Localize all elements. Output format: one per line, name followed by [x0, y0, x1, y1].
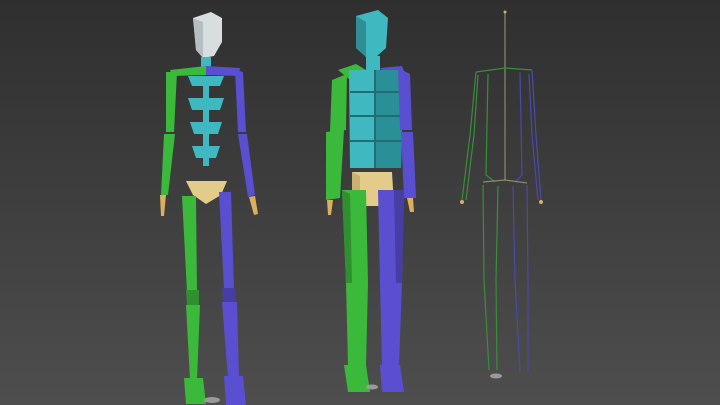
skeleton-knee-left: [222, 288, 236, 302]
scene-canvas[interactable]: [0, 0, 720, 405]
mannequin-upper-arm-right[interactable]: [330, 74, 347, 132]
mannequin-neck[interactable]: [366, 56, 380, 70]
skeleton-spine-1[interactable]: [188, 76, 224, 86]
skeleton-foot-left[interactable]: [224, 376, 246, 405]
rig-head-tip[interactable]: [503, 10, 507, 14]
rig-hand-right-tip[interactable]: [460, 200, 464, 204]
mannequin-upper-arm-left[interactable]: [398, 68, 412, 130]
mannequin-foot-left[interactable]: [380, 365, 404, 392]
3d-viewport[interactable]: [0, 0, 720, 405]
mannequin-ground-marker: [366, 384, 378, 390]
skeleton-ground-marker: [204, 397, 220, 403]
skeleton-foot-right[interactable]: [184, 378, 206, 404]
skeleton-spine-link: [203, 86, 209, 166]
mannequin-foot-right[interactable]: [344, 365, 370, 392]
mannequin-shin-left[interactable]: [380, 283, 402, 365]
rig-ground-marker: [490, 373, 502, 379]
rig-hand-left-tip[interactable]: [539, 200, 543, 204]
mannequin-shin-right[interactable]: [346, 283, 368, 365]
skeleton-knee-right: [186, 290, 199, 305]
